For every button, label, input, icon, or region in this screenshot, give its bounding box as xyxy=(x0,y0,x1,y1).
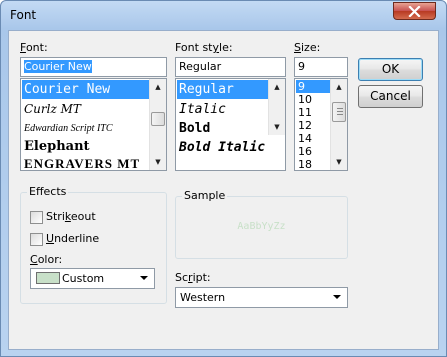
grip-line xyxy=(337,108,343,109)
ok-button[interactable]: OK xyxy=(358,58,423,81)
scroll-down-arrow-icon[interactable]: ▼ xyxy=(269,119,285,135)
strikeout-checkbox[interactable] xyxy=(30,211,43,224)
font-list-item-curlz-mt[interactable]: Curlz MT xyxy=(22,100,152,119)
sample-preview-text: AaBbYyZz xyxy=(237,221,286,232)
style-list-item-bold-italic[interactable]: Bold Italic xyxy=(177,138,285,157)
underline-checkbox[interactable] xyxy=(30,233,43,246)
sample-group-title: Sample xyxy=(182,189,228,202)
underline-label[interactable]: Underline xyxy=(46,232,99,245)
size-list-item-18[interactable]: 18 xyxy=(296,158,331,170)
size-list-item-10[interactable]: 10 xyxy=(296,93,331,106)
scroll-thumb[interactable] xyxy=(332,102,346,122)
size-list-item-14[interactable]: 14 xyxy=(296,132,331,145)
font-list-scrollbar[interactable]: ▲ ▼ xyxy=(149,79,166,170)
script-label: Script: xyxy=(175,271,211,284)
scroll-up-arrow-icon[interactable]: ▲ xyxy=(150,79,166,95)
font-name-field[interactable]: Courier New xyxy=(20,57,167,77)
window-title: Font xyxy=(10,8,37,22)
script-value: Western xyxy=(180,291,226,304)
close-button[interactable] xyxy=(393,2,436,20)
dialog-client-area: Font: Courier New Courier New Curlz MT E… xyxy=(8,30,439,350)
font-list-item-edwardian-script[interactable]: Edwardian Script ITC xyxy=(22,119,152,138)
size-list[interactable]: 9 10 11 12 14 16 18 ▲ ▼ xyxy=(294,78,348,171)
effects-group-title: Effects xyxy=(27,185,69,198)
scroll-up-arrow-icon[interactable]: ▲ xyxy=(331,79,347,95)
font-style-list[interactable]: Regular Italic Bold Bold Italic ▲ ▼ xyxy=(175,78,286,171)
size-list-item-12[interactable]: 12 xyxy=(296,119,331,132)
scroll-up-arrow-icon[interactable]: ▲ xyxy=(269,79,285,95)
scroll-down-arrow-icon[interactable]: ▼ xyxy=(150,154,166,170)
close-icon xyxy=(408,6,421,17)
grip-line xyxy=(337,111,343,112)
scroll-thumb[interactable] xyxy=(151,112,165,126)
font-style-label: Font style: xyxy=(175,41,233,54)
grip-line xyxy=(337,114,343,115)
font-style-field[interactable]: Regular xyxy=(175,57,286,77)
scroll-down-arrow-icon[interactable]: ▼ xyxy=(331,154,347,170)
strikeout-label[interactable]: Strikeout xyxy=(46,210,96,223)
color-combobox[interactable]: Custom xyxy=(30,268,155,289)
font-list-item-engravers-mt[interactable]: ENGRAVERS MT xyxy=(22,154,152,170)
color-swatch xyxy=(36,272,60,284)
size-label: Size: xyxy=(294,41,321,54)
title-bar[interactable]: Font xyxy=(1,1,446,29)
color-value: Custom xyxy=(62,272,105,285)
script-combobox[interactable]: Western xyxy=(175,287,348,308)
style-list-item-regular[interactable]: Regular xyxy=(177,80,271,99)
dropdown-arrow-icon xyxy=(333,295,341,299)
style-list-item-italic[interactable]: Italic xyxy=(177,100,271,119)
size-list-item-11[interactable]: 11 xyxy=(296,106,331,119)
font-list-item-courier-new[interactable]: Courier New xyxy=(22,80,152,99)
size-list-item-16[interactable]: 16 xyxy=(296,145,331,158)
color-label: Color: xyxy=(30,253,63,266)
font-dialog-window: Font Font: Courier New Courier New Curlz… xyxy=(0,0,447,357)
size-list-item-9[interactable]: 9 xyxy=(296,80,331,93)
dropdown-arrow-icon xyxy=(140,276,148,280)
font-label: Font: xyxy=(20,41,48,54)
font-list[interactable]: Courier New Curlz MT Edwardian Script IT… xyxy=(20,78,167,171)
style-list-item-bold[interactable]: Bold xyxy=(177,119,271,138)
cancel-button[interactable]: Cancel xyxy=(358,85,423,108)
font-style-list-scrollbar[interactable]: ▲ ▼ xyxy=(268,79,285,135)
size-list-scrollbar[interactable]: ▲ ▼ xyxy=(330,79,347,170)
size-field[interactable]: 9 xyxy=(294,57,348,77)
